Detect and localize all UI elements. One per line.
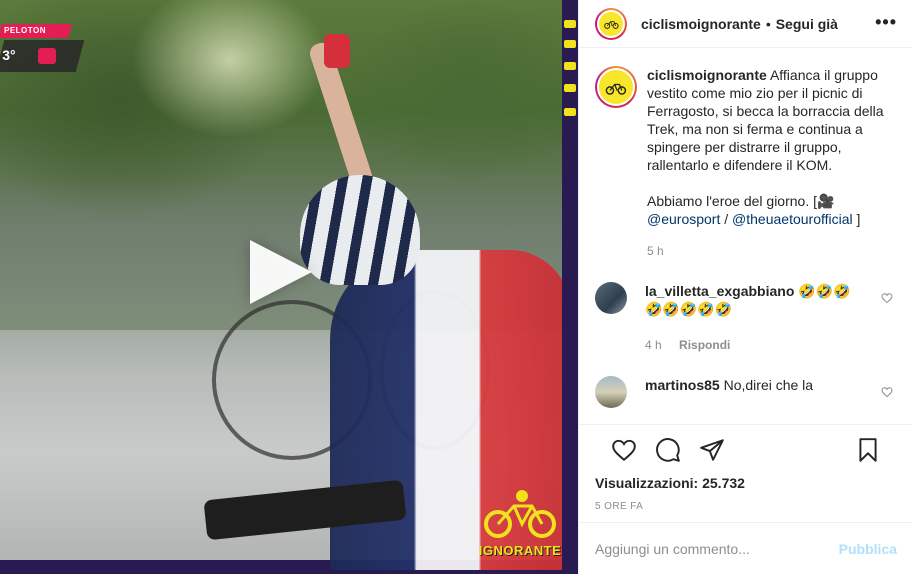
comment-icon[interactable] — [655, 437, 681, 463]
caption-username[interactable]: ciclismoignorante — [647, 67, 767, 83]
post-caption: ciclismoignorante Affianca il gruppo ves… — [595, 66, 897, 260]
video-rider-helmet — [300, 175, 420, 285]
mention-separator: / — [720, 211, 733, 227]
view-count-value: 25.732 — [702, 475, 745, 491]
separator-dot: • — [765, 15, 771, 32]
follow-button[interactable]: Segui già — [776, 16, 838, 32]
commenter-avatar[interactable] — [595, 282, 627, 314]
avatar[interactable] — [595, 66, 637, 108]
publish-button[interactable]: Pubblica — [839, 541, 897, 557]
comment-username[interactable]: martinos85 — [645, 377, 720, 393]
post-header: ciclismoignorante • Segui già ••• — [579, 0, 912, 48]
mention-link[interactable]: @eurosport — [647, 211, 720, 227]
header-username[interactable]: ciclismoignorante — [641, 16, 761, 32]
post-media: PELOTON 3° IGNORANTE — [0, 0, 578, 574]
comment-item: martinos85 No,direi che la — [595, 376, 897, 408]
view-count-label: Visualizzazioni: — [595, 475, 699, 491]
bicycle-logo-icon — [484, 490, 556, 538]
post-panel: ciclismoignorante • Segui già ••• ciclis… — [578, 0, 912, 574]
bicycle-icon — [603, 21, 619, 30]
comments-section[interactable]: ciclismoignorante Affianca il gruppo ves… — [579, 48, 912, 424]
caption-timestamp[interactable]: 5 h — [647, 244, 664, 258]
broadcast-stage-badge: PELOTON — [0, 24, 72, 38]
comment-timestamp[interactable]: 4 h — [645, 338, 662, 352]
heart-icon[interactable] — [881, 292, 893, 304]
comment-username[interactable]: la_villetta_exgabbiano — [645, 283, 794, 299]
video-bottle — [324, 34, 350, 68]
media-side-strip — [562, 0, 578, 574]
comment-text: No,direi che la — [723, 377, 814, 393]
bicycle-icon — [605, 84, 627, 95]
jersey-icon — [38, 48, 56, 64]
reply-button[interactable]: Rispondi — [679, 338, 730, 352]
caption-text-2: Abbiamo l'eroe del giorno. [🎥 — [647, 193, 835, 209]
share-icon[interactable] — [699, 437, 725, 463]
watermark-logo: IGNORANTE — [478, 488, 562, 560]
post-actions: Visualizzazioni: 25.732 5 ORE FA — [579, 424, 912, 522]
add-comment-bar: Pubblica — [579, 522, 912, 574]
comment-input[interactable] — [595, 540, 839, 557]
video-player[interactable]: PELOTON 3° IGNORANTE — [0, 0, 570, 570]
caption-close: ] — [852, 211, 861, 227]
comment-item: la_villetta_exgabbiano 🤣🤣🤣🤣🤣🤣🤣🤣 4 h Risp… — [595, 282, 897, 354]
heart-icon[interactable] — [881, 386, 893, 398]
caption-body: ciclismoignorante Affianca il gruppo ves… — [647, 66, 897, 260]
commenter-avatar[interactable] — [595, 376, 627, 408]
post-time[interactable]: 5 ORE FA — [595, 501, 897, 512]
mention-link[interactable]: @theuaetourofficial — [732, 211, 853, 227]
watermark-text: IGNORANTE — [478, 543, 562, 558]
play-icon[interactable] — [250, 240, 312, 304]
broadcast-temperature: 3° — [2, 47, 16, 63]
view-count[interactable]: Visualizzazioni: 25.732 — [595, 475, 897, 491]
bookmark-icon[interactable] — [855, 437, 881, 463]
like-heart-icon[interactable] — [611, 437, 637, 463]
broadcast-stage-label: PELOTON — [4, 26, 47, 35]
more-options-icon[interactable]: ••• — [875, 13, 897, 31]
avatar[interactable] — [595, 7, 627, 40]
broadcast-info-badge: 3° — [0, 40, 85, 72]
